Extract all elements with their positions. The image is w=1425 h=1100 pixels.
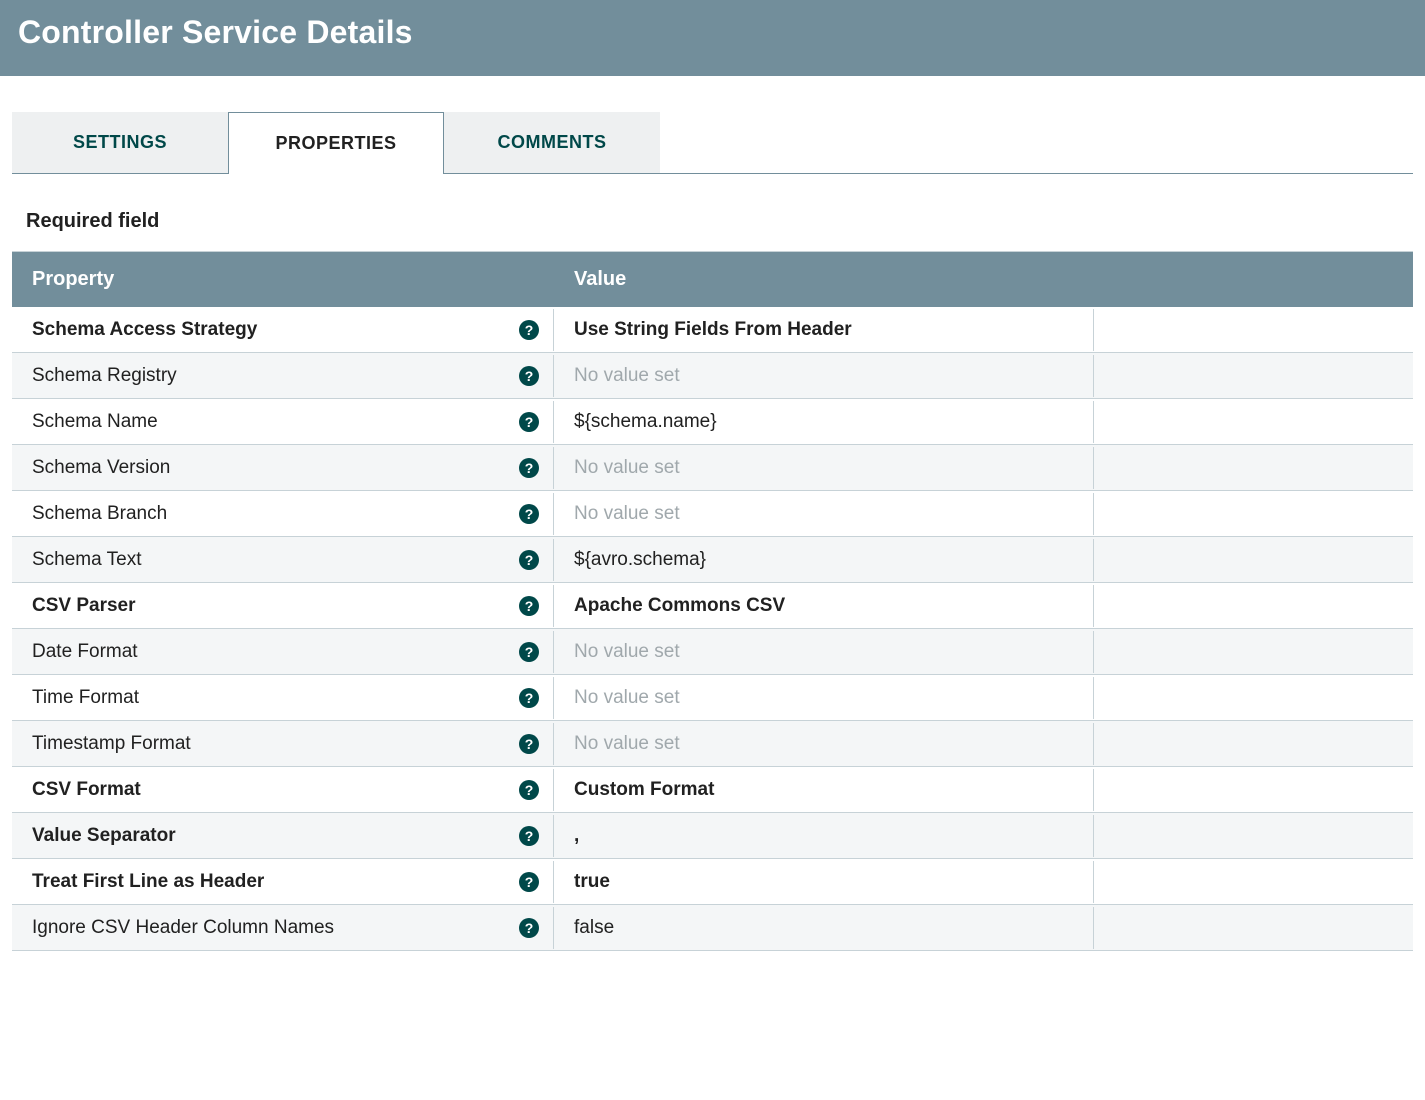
property-name: Schema Text [32, 549, 141, 571]
property-value: Custom Format [574, 779, 714, 801]
help-icon[interactable]: ? [519, 458, 539, 478]
help-icon[interactable]: ? [519, 826, 539, 846]
property-value: No value set [574, 503, 680, 525]
dialog-header: Controller Service Details [0, 0, 1425, 76]
help-icon[interactable]: ? [519, 550, 539, 570]
help-icon[interactable]: ? [519, 918, 539, 938]
property-name: Date Format [32, 641, 138, 663]
tabs: SETTINGSPROPERTIESCOMMENTS [12, 112, 1413, 174]
property-name: Treat First Line as Header [32, 871, 264, 893]
help-icon[interactable]: ? [519, 596, 539, 616]
table-row[interactable]: Ignore CSV Header Column Names? false [12, 905, 1413, 951]
properties-table: Property Value Schema Access Strategy? Us… [12, 251, 1413, 951]
property-cell: Time Format? [12, 677, 554, 719]
table-row[interactable]: Date Format? No value set [12, 629, 1413, 675]
help-icon[interactable]: ? [519, 504, 539, 524]
property-cell: Value Separator? [12, 815, 554, 857]
property-cell: Schema Version? [12, 447, 554, 489]
table-row[interactable]: Value Separator?, [12, 813, 1413, 859]
value-cell[interactable]: No value set [554, 723, 1094, 765]
property-name: CSV Parser [32, 595, 136, 617]
help-icon[interactable]: ? [519, 642, 539, 662]
header-extra [1094, 252, 1413, 307]
header-property: Property [12, 252, 554, 307]
property-name: Schema Version [32, 457, 170, 479]
property-name: Value Separator [32, 825, 176, 847]
property-cell: Schema Text? [12, 539, 554, 581]
table-row[interactable]: CSV Parser? Apache Commons CSV [12, 583, 1413, 629]
required-field-label: Required field [26, 210, 1425, 233]
header-value: Value [554, 252, 1094, 307]
property-name: Schema Name [32, 411, 158, 433]
tab-settings[interactable]: SETTINGS [12, 112, 228, 173]
value-cell[interactable]: Custom Format [554, 769, 1094, 811]
value-cell[interactable]: Use String Fields From Header [554, 309, 1094, 351]
property-name: Time Format [32, 687, 139, 709]
property-name: Schema Registry [32, 365, 177, 387]
help-icon[interactable]: ? [519, 734, 539, 754]
property-value: No value set [574, 365, 680, 387]
value-cell[interactable]: ${avro.schema} [554, 539, 1094, 581]
help-icon[interactable]: ? [519, 688, 539, 708]
table-row[interactable]: Schema Name? ${schema.name} [12, 399, 1413, 445]
table-row[interactable]: Time Format? No value set [12, 675, 1413, 721]
property-name: Timestamp Format [32, 733, 191, 755]
property-cell: Schema Registry? [12, 355, 554, 397]
help-icon[interactable]: ? [519, 412, 539, 432]
value-cell[interactable]: , [554, 815, 1094, 857]
property-value: Apache Commons CSV [574, 595, 785, 617]
property-name: Schema Access Strategy [32, 319, 257, 341]
property-cell: Schema Branch? [12, 493, 554, 535]
property-cell: Date Format? [12, 631, 554, 673]
help-icon[interactable]: ? [519, 320, 539, 340]
table-row[interactable]: Schema Registry? No value set [12, 353, 1413, 399]
property-cell: CSV Format? [12, 769, 554, 811]
property-cell: Timestamp Format? [12, 723, 554, 765]
table-row[interactable]: Schema Version? No value set [12, 445, 1413, 491]
table-row[interactable]: Timestamp Format? No value set [12, 721, 1413, 767]
property-value: true [574, 871, 610, 893]
table-header: Property Value [12, 252, 1413, 307]
property-value: No value set [574, 457, 680, 479]
table-row[interactable]: Schema Text? ${avro.schema} [12, 537, 1413, 583]
table-row[interactable]: CSV Format? Custom Format [12, 767, 1413, 813]
value-cell[interactable]: No value set [554, 677, 1094, 719]
property-name: Schema Branch [32, 503, 167, 525]
value-cell[interactable]: No value set [554, 631, 1094, 673]
tab-comments[interactable]: COMMENTS [444, 112, 660, 173]
value-cell[interactable]: No value set [554, 447, 1094, 489]
value-cell[interactable]: No value set [554, 493, 1094, 535]
table-body: Schema Access Strategy? Use String Fields… [12, 307, 1413, 951]
property-value: , [574, 825, 579, 847]
property-cell: Schema Name? [12, 401, 554, 443]
value-cell[interactable]: false [554, 907, 1094, 949]
property-cell: Ignore CSV Header Column Names? [12, 907, 554, 949]
property-name: Ignore CSV Header Column Names [32, 917, 334, 939]
value-cell[interactable]: true [554, 861, 1094, 903]
value-cell[interactable]: Apache Commons CSV [554, 585, 1094, 627]
property-value: No value set [574, 687, 680, 709]
table-row[interactable]: Schema Branch? No value set [12, 491, 1413, 537]
value-cell[interactable]: ${schema.name} [554, 401, 1094, 443]
property-value: ${avro.schema} [574, 549, 706, 571]
property-value: No value set [574, 641, 680, 663]
table-row[interactable]: Treat First Line as Header? true [12, 859, 1413, 905]
dialog-title: Controller Service Details [18, 14, 1407, 51]
property-value: No value set [574, 733, 680, 755]
help-icon[interactable]: ? [519, 366, 539, 386]
property-cell: Treat First Line as Header? [12, 861, 554, 903]
value-cell[interactable]: No value set [554, 355, 1094, 397]
property-cell: Schema Access Strategy? [12, 309, 554, 351]
property-name: CSV Format [32, 779, 141, 801]
help-icon[interactable]: ? [519, 872, 539, 892]
property-cell: CSV Parser? [12, 585, 554, 627]
help-icon[interactable]: ? [519, 780, 539, 800]
property-value: Use String Fields From Header [574, 319, 852, 341]
property-value: ${schema.name} [574, 411, 717, 433]
table-row[interactable]: Schema Access Strategy? Use String Fields… [12, 307, 1413, 353]
tab-properties[interactable]: PROPERTIES [228, 112, 444, 174]
property-value: false [574, 917, 614, 939]
